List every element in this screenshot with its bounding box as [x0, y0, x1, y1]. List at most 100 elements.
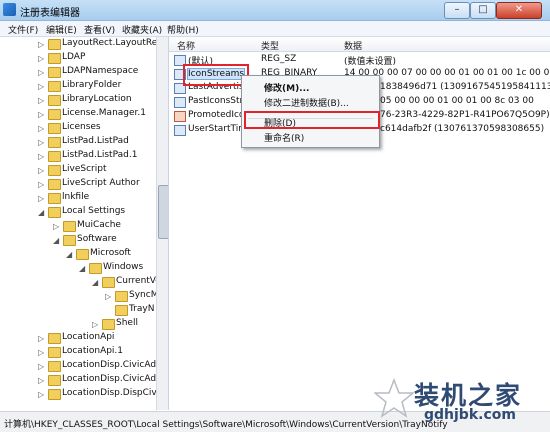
- expand-icon[interactable]: ▷: [38, 334, 44, 343]
- expand-icon[interactable]: ▷: [38, 54, 44, 63]
- folder-icon: [48, 137, 61, 148]
- tree-item-label: ListPad.ListPad.1: [62, 150, 138, 160]
- expand-icon[interactable]: ▷: [38, 110, 44, 119]
- folder-icon: [48, 193, 61, 204]
- tree-item[interactable]: ◢ Microsoft: [0, 247, 156, 261]
- expand-icon[interactable]: ▷: [38, 390, 44, 399]
- ctx-modify[interactable]: 修改(M)...: [264, 81, 309, 94]
- folder-icon: [48, 389, 61, 400]
- tree-item-label: LocationDisp.CivicAddr: [62, 360, 166, 370]
- tree-item-label: LiveScript Author: [62, 178, 140, 188]
- tree-item[interactable]: ▷ LiveScript: [0, 163, 156, 177]
- tree-item[interactable]: ▷ LibraryLocation: [0, 93, 156, 107]
- collapse-icon[interactable]: ◢: [53, 236, 59, 245]
- tree-item[interactable]: ◢ Local Settings: [0, 205, 156, 219]
- expand-icon[interactable]: ▷: [38, 40, 44, 49]
- value-data: 05 00 00 00 01 00 01 00 8c 03 00: [380, 96, 534, 106]
- tree-item-label: LocationDisp.CivicAddr: [62, 374, 166, 384]
- ctx-modify-binary[interactable]: 修改二进制数据(B)...: [264, 96, 349, 109]
- tree-item[interactable]: ▷ License.Manager.1: [0, 107, 156, 121]
- tree-item[interactable]: ▷ LocationDisp.CivicAddr: [0, 373, 165, 387]
- regedit-app-icon: [3, 3, 16, 16]
- registry-tree[interactable]: ▷ LayoutRect.LayoutRect. ▷ LDAP ▷ LDAPNa…: [0, 37, 169, 410]
- expand-icon[interactable]: ▷: [38, 152, 44, 161]
- tree-item[interactable]: ▷ lnkfile: [0, 191, 156, 205]
- tree-item-label: Software: [77, 234, 117, 244]
- column-header: 名称 类型 数据: [169, 37, 550, 52]
- expand-icon[interactable]: ▷: [105, 292, 111, 301]
- expand-icon[interactable]: ▷: [38, 180, 44, 189]
- tree-item[interactable]: ◢ Software: [0, 233, 156, 247]
- folder-open-icon: [102, 277, 115, 288]
- tree-item[interactable]: ▷ LocationDisp.CivicAddr: [0, 359, 165, 373]
- tree-item[interactable]: ▷ LibraryFolder: [0, 79, 156, 93]
- highlight-frame-iconstreams: [183, 64, 249, 86]
- tree-item[interactable]: ▷ ListPad.ListPad: [0, 135, 156, 149]
- minimize-button[interactable]: –: [444, 2, 470, 19]
- maximize-button[interactable]: □: [470, 2, 496, 19]
- tree-item[interactable]: ▷ LiveScript Author: [0, 177, 156, 191]
- expand-icon[interactable]: ▷: [38, 348, 44, 357]
- tree-item[interactable]: ◢ Windows: [0, 261, 156, 275]
- value-name: PastIconsStre: [188, 96, 249, 106]
- tree-item[interactable]: ◢ CurrentVe: [0, 275, 161, 289]
- tree-item[interactable]: ▷ LDAP: [0, 51, 156, 65]
- expand-icon[interactable]: ▷: [38, 124, 44, 133]
- tree-item-label: Windows: [103, 262, 144, 272]
- expand-icon[interactable]: ▷: [38, 194, 44, 203]
- tree-item[interactable]: ▷ Shell: [0, 317, 156, 331]
- folder-icon: [115, 291, 128, 302]
- menu-help[interactable]: 帮助(H): [167, 23, 199, 36]
- folder-icon: [48, 53, 61, 64]
- menu-file[interactable]: 文件(F): [8, 23, 38, 36]
- tree-item[interactable]: ▷ ListPad.ListPad.1: [0, 149, 156, 163]
- menu-view[interactable]: 查看(V): [84, 23, 115, 36]
- collapse-icon[interactable]: ◢: [79, 264, 85, 273]
- expand-icon[interactable]: ▷: [38, 166, 44, 175]
- reg-string-icon: [174, 111, 186, 122]
- value-data: (数值未设置): [344, 57, 397, 67]
- close-button[interactable]: ✕: [496, 2, 542, 19]
- folder-icon: [102, 319, 115, 330]
- tree-item-label: LayoutRect.LayoutRect.: [62, 38, 169, 48]
- folder-icon: [48, 347, 61, 358]
- ctx-rename[interactable]: 重命名(R): [264, 131, 304, 144]
- folder-open-icon: [48, 207, 61, 218]
- tree-item[interactable]: ▷ LDAPNamespace: [0, 65, 156, 79]
- folder-icon: [48, 151, 61, 162]
- menu-edit[interactable]: 编辑(E): [46, 23, 77, 36]
- collapse-icon[interactable]: ◢: [66, 250, 72, 259]
- expand-icon[interactable]: ▷: [53, 222, 59, 231]
- tree-item[interactable]: ▷ LocationDisp.DispCivic: [0, 387, 164, 401]
- tree-item[interactable]: ▷ SyncM: [0, 289, 158, 303]
- tree-item-label: Local Settings: [62, 206, 126, 216]
- column-name-header[interactable]: 名称: [177, 39, 195, 52]
- tree-item-label: LocationApi: [62, 332, 115, 342]
- expand-icon[interactable]: ▷: [92, 320, 98, 329]
- expand-icon[interactable]: ▷: [38, 96, 44, 105]
- tree-scrollbar[interactable]: [156, 37, 168, 410]
- expand-icon[interactable]: ▷: [38, 68, 44, 77]
- folder-icon: [48, 165, 61, 176]
- tree-item[interactable]: ▷ LocationApi: [0, 331, 156, 345]
- folder-open-icon: [89, 263, 102, 274]
- collapse-icon[interactable]: ◢: [92, 278, 98, 287]
- watermark-logo: 装机之家 gdhjbk.com: [370, 372, 548, 430]
- expand-icon[interactable]: ▷: [38, 376, 44, 385]
- tree-item[interactable]: TrayN: [0, 303, 156, 317]
- tree-item[interactable]: ▷ LayoutRect.LayoutRect.: [0, 37, 168, 51]
- expand-icon[interactable]: ▷: [38, 82, 44, 91]
- menu-favorites[interactable]: 收藏夹(A): [122, 23, 162, 36]
- value-data: 1838496d71 (1309167545195841113): [380, 82, 550, 92]
- expand-icon[interactable]: ▷: [38, 138, 44, 147]
- expand-icon[interactable]: ▷: [38, 362, 44, 371]
- tree-item[interactable]: ▷ LocationApi.1: [0, 345, 156, 359]
- column-data-header[interactable]: 数据: [344, 39, 362, 52]
- tree-scrollbar-thumb[interactable]: [158, 185, 168, 239]
- tree-item[interactable]: ▷ MuiCache: [0, 219, 156, 233]
- tree-item-label: License.Manager.1: [62, 108, 147, 118]
- column-type-header[interactable]: 类型: [261, 39, 279, 52]
- tree-item[interactable]: ▷ Licenses: [0, 121, 156, 135]
- collapse-icon[interactable]: ◢: [38, 208, 44, 217]
- tree-item-label: LiveScript: [62, 164, 107, 174]
